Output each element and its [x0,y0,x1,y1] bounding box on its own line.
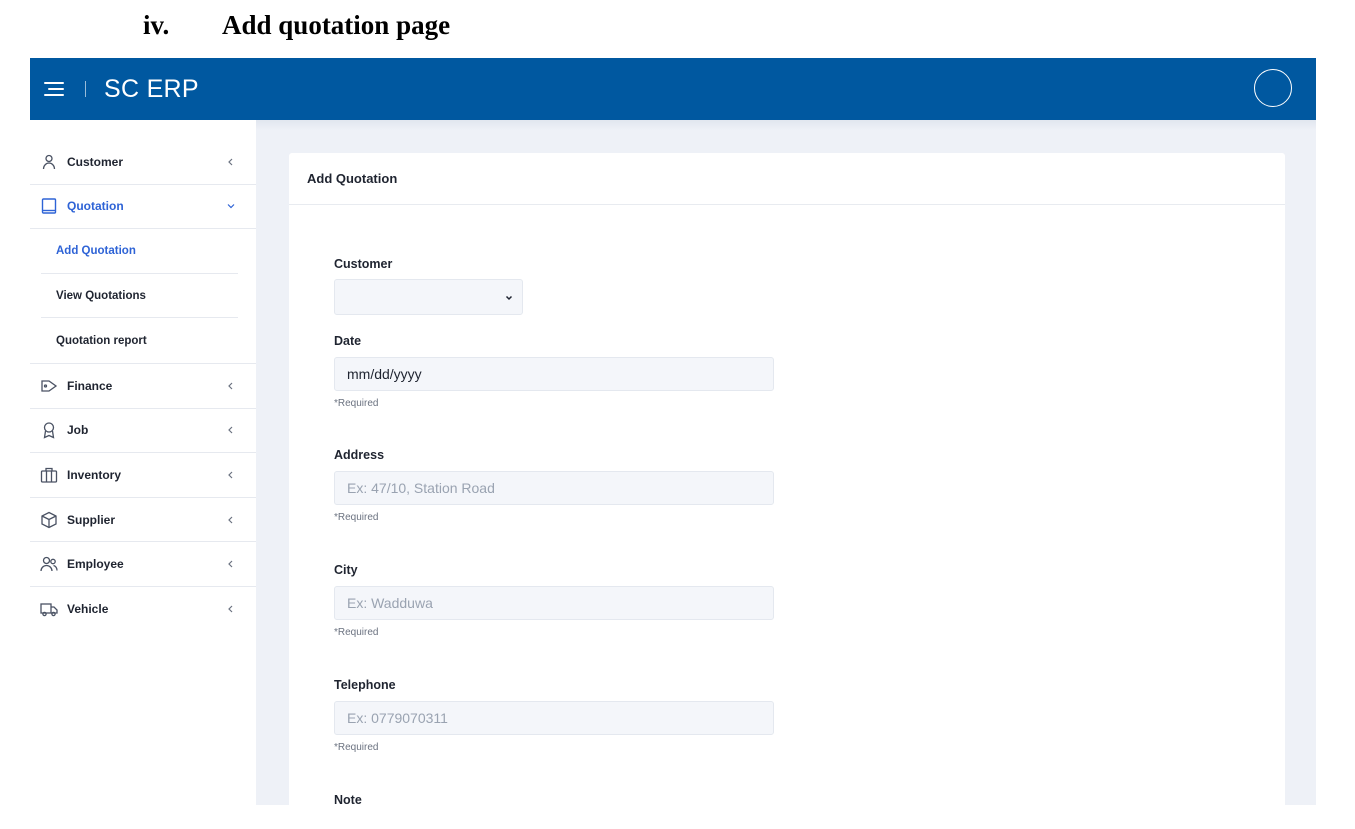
chevron-left-icon [228,560,233,568]
award-icon [40,421,58,439]
sidebar-item-label: Vehicle [67,602,109,617]
sidebar-subitem-add-quotation[interactable]: Add Quotation [41,229,238,274]
chevron-left-icon [228,605,233,613]
city-input[interactable]: Ex: Wadduwa [334,586,774,620]
chevron-left-icon [228,382,233,390]
date-required-hint: *Required [334,398,379,409]
customer-select[interactable] [334,279,523,315]
topbar-divider [85,81,86,97]
document-heading: iv. Add quotation page [143,10,450,41]
add-quotation-card: Add Quotation Customer Date mm/dd/yyyy *… [289,153,1285,805]
user-icon [40,153,58,171]
address-label: Address [334,448,385,462]
users-icon [40,555,58,573]
sidebar-item-finance[interactable]: Finance [30,364,256,409]
book-icon [40,197,58,215]
note-label: Note [334,793,362,805]
card-title: Add Quotation [289,153,1285,205]
date-field-group: Date mm/dd/yyyy *Required [334,334,774,409]
sidebar-item-supplier[interactable]: Supplier [30,498,256,543]
telephone-required-hint: *Required [334,742,379,753]
sidebar-subitem-view-quotations[interactable]: View Quotations [41,274,238,319]
sidebar-item-employee[interactable]: Employee [30,542,256,587]
chevron-left-icon [228,158,233,166]
city-field-group: City Ex: Wadduwa *Required [334,563,774,638]
sidebar: Customer Quotation Add Quotation View Qu… [30,120,256,805]
sidebar-item-label: Customer [67,154,124,169]
customer-label: Customer [334,257,393,271]
sidebar-item-label: Employee [67,557,124,572]
app-brand[interactable]: SC ERP [104,75,199,104]
sidebar-item-inventory[interactable]: Inventory [30,453,256,498]
box-icon [40,511,58,529]
top-bar: SC ERP [30,58,1316,120]
briefcase-icon [40,466,58,484]
sidebar-item-label: Job [67,423,89,438]
address-field-group: Address Ex: 47/10, Station Road *Require… [334,448,774,523]
address-required-hint: *Required [334,512,379,523]
city-required-hint: *Required [334,627,379,638]
sidebar-item-label: Quotation [67,199,124,214]
chevron-down-icon [227,204,235,209]
heading-number: iv. [143,10,170,40]
sidebar-item-label: Inventory [67,467,122,482]
customer-field-group: Customer [334,257,774,315]
app-window: SC ERP Customer Quotation Add Quotation … [30,58,1316,805]
sidebar-item-customer[interactable]: Customer [30,140,256,185]
sidebar-item-vehicle[interactable]: Vehicle [30,587,256,632]
truck-icon [40,600,58,618]
note-field-group: Note [334,793,774,805]
sidebar-item-job[interactable]: Job [30,409,256,454]
tag-icon [40,377,58,395]
chevron-left-icon [228,471,233,479]
city-label: City [334,563,358,577]
main-content: Add Quotation Customer Date mm/dd/yyyy *… [256,120,1316,805]
date-label: Date [334,334,362,348]
chevron-left-icon [228,426,233,434]
telephone-label: Telephone [334,678,396,692]
date-input[interactable]: mm/dd/yyyy [334,357,774,391]
sidebar-item-label: Finance [67,378,113,393]
quotation-submenu: Add Quotation View Quotations Quotation … [30,229,256,364]
telephone-field-group: Telephone Ex: 0779070311 *Required [334,678,774,753]
sidebar-item-label: Supplier [67,512,116,527]
chevron-down-icon [505,295,513,301]
hamburger-menu-icon[interactable] [44,82,64,96]
address-input[interactable]: Ex: 47/10, Station Road [334,471,774,505]
chevron-left-icon [228,516,233,523]
telephone-input[interactable]: Ex: 0779070311 [334,701,774,735]
sidebar-item-quotation[interactable]: Quotation [30,185,256,230]
sidebar-subitem-quotation-report[interactable]: Quotation report [41,318,238,363]
heading-title: Add quotation page [222,10,451,40]
user-avatar[interactable] [1254,69,1292,107]
